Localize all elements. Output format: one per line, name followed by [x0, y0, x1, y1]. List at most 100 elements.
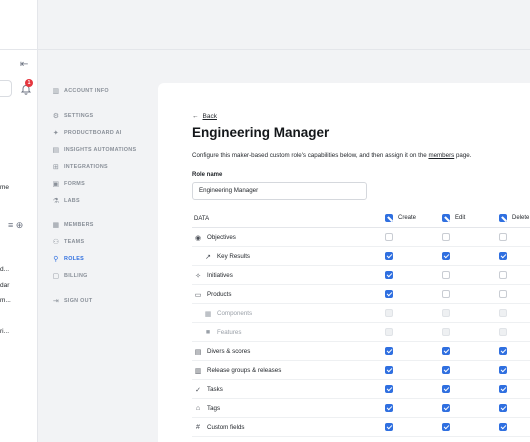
back-link[interactable]: ← Back: [192, 113, 217, 120]
nav-roles[interactable]: ⚲ ROLES: [52, 253, 84, 265]
column-label: Create: [398, 215, 417, 221]
delete-all-checkbox[interactable]: [499, 214, 507, 222]
page-title: Engineering Manager: [192, 125, 330, 140]
back-label: Back: [202, 113, 217, 120]
table-row: ◉ Objectives: [192, 228, 530, 247]
create-checkbox[interactable]: [385, 366, 393, 374]
nav-label: TEAMS: [64, 239, 85, 245]
delete-checkbox[interactable]: [499, 233, 507, 241]
delete-checkbox[interactable]: [499, 404, 507, 412]
row-label-text: Tags: [207, 405, 221, 412]
create-checkbox[interactable]: [385, 290, 393, 298]
delete-checkbox[interactable]: [499, 423, 507, 431]
row-label-text: Products: [207, 291, 232, 298]
create-all-checkbox[interactable]: [385, 214, 393, 222]
edit-checkbox[interactable]: [442, 404, 450, 412]
products-icon: ▭: [194, 291, 202, 299]
page-description: Configure this maker-based custom role's…: [192, 152, 471, 159]
delete-checkbox[interactable]: [499, 385, 507, 393]
edit-all-checkbox[interactable]: [442, 214, 450, 222]
row-label-text: Objectives: [207, 234, 236, 241]
members-link[interactable]: members: [428, 152, 454, 159]
delete-checkbox[interactable]: [499, 290, 507, 298]
nav-integrations[interactable]: ⊞ INTEGRATIONS: [52, 161, 108, 173]
nav-account-info[interactable]: ▥ ACCOUNT INFO: [52, 85, 109, 97]
edit-checkbox[interactable]: [442, 271, 450, 279]
create-checkbox[interactable]: [385, 252, 393, 260]
add-circle-icon[interactable]: ⊕: [16, 220, 24, 230]
roles-icon: ⚲: [53, 256, 59, 263]
create-checkbox[interactable]: [385, 271, 393, 279]
nav-insights-automations[interactable]: ▤ INSIGHTS AUTOMATIONS: [52, 144, 137, 156]
nav-forms[interactable]: ▣ FORMS: [52, 178, 85, 190]
column-label: Delete: [512, 215, 530, 221]
nav-settings[interactable]: ⚙ SETTINGS: [52, 110, 93, 122]
delete-checkbox[interactable]: [499, 271, 507, 279]
edit-checkbox[interactable]: [442, 252, 450, 260]
components-icon: ▦: [204, 310, 212, 318]
row-label: ▤ Divers & scores: [194, 342, 251, 361]
delete-checkbox[interactable]: [499, 252, 507, 260]
create-checkbox[interactable]: [385, 404, 393, 412]
nav-members[interactable]: ▦ MEMBERS: [52, 219, 94, 231]
row-label-text: Tasks: [207, 386, 223, 393]
sidebar-item-cut[interactable]: me: [0, 184, 9, 191]
nav-billing[interactable]: ▢ BILLING: [52, 270, 88, 282]
nav-label: SETTINGS: [64, 113, 94, 119]
edit-checkbox[interactable]: [442, 233, 450, 241]
edit-checkbox[interactable]: [442, 290, 450, 298]
row-label-text: Initiatives: [207, 272, 233, 279]
column-label: Edit: [455, 215, 466, 221]
table-row: ▤ Divers & scores: [192, 342, 530, 361]
description-text: Configure this maker-based custom role's…: [192, 152, 429, 159]
search-input[interactable]: [0, 80, 12, 97]
create-checkbox[interactable]: [385, 385, 393, 393]
tag-icon: ⌂: [195, 405, 201, 412]
delete-checkbox[interactable]: [499, 366, 507, 374]
delete-column-header[interactable]: Delete: [499, 214, 529, 222]
nav-teams[interactable]: ⚇ TEAMS: [52, 236, 84, 248]
edit-checkbox[interactable]: [442, 385, 450, 393]
role-name-input[interactable]: Engineering Manager: [192, 182, 367, 200]
delete-checkbox[interactable]: [499, 347, 507, 355]
row-label-text: Divers & scores: [207, 348, 251, 355]
sidebar-tools: ≡ ⊕: [8, 220, 23, 231]
edit-column-header[interactable]: Edit: [442, 214, 465, 222]
sidebar-item-cut[interactable]: ri...: [0, 328, 9, 335]
delete-checkbox: [499, 328, 507, 336]
sidebar-item-cut[interactable]: m...: [0, 297, 11, 304]
nav-sign-out[interactable]: ⇥ SIGN OUT: [52, 295, 92, 307]
create-checkbox[interactable]: [385, 233, 393, 241]
billing-icon: ▢: [52, 273, 60, 280]
create-checkbox[interactable]: [385, 423, 393, 431]
nav-label: MEMBERS: [64, 222, 94, 228]
releases-icon: ▥: [194, 367, 202, 375]
create-column-header[interactable]: Create: [385, 214, 416, 222]
role-name-label: Role name: [192, 172, 223, 178]
edit-checkbox[interactable]: [442, 366, 450, 374]
nav-labs[interactable]: ⚗ LABS: [52, 195, 80, 207]
arrow-left-icon: ←: [192, 113, 199, 120]
nav-label: BILLING: [64, 273, 88, 279]
nav-label: PRODUCTBOARD AI: [64, 130, 122, 136]
sidebar-item-cut[interactable]: dar: [0, 282, 9, 289]
edit-checkbox: [442, 328, 450, 336]
row-label-text: Custom fields: [207, 424, 245, 431]
sidebar-item-cut[interactable]: d...: [0, 266, 9, 273]
key-results-icon: ↗: [205, 253, 211, 261]
collapse-sidebar-icon[interactable]: ⇤: [20, 59, 32, 71]
nav-productboard-ai[interactable]: ✦ PRODUCTBOARD AI: [52, 127, 122, 139]
app-root: ⇤ 1 me ≡ ⊕ d... dar m... ri... ▥ ACCOUNT…: [0, 0, 530, 442]
table-header: DATA Create Edit Delete: [192, 210, 530, 228]
edit-checkbox[interactable]: [442, 423, 450, 431]
features-icon: ■: [205, 329, 211, 336]
create-checkbox[interactable]: [385, 347, 393, 355]
filter-list-icon[interactable]: ≡: [8, 220, 13, 230]
table-row: ▦ Components: [192, 304, 530, 323]
row-label: ▥ Release groups & releases: [194, 361, 282, 380]
edit-checkbox[interactable]: [442, 347, 450, 355]
row-label: ▦ Components: [204, 304, 252, 323]
form-icon: ▣: [52, 181, 60, 188]
tasks-icon: ✓: [195, 386, 201, 394]
settings-nav: ▥ ACCOUNT INFO ⚙ SETTINGS ✦ PRODUCTBOARD…: [38, 0, 158, 442]
